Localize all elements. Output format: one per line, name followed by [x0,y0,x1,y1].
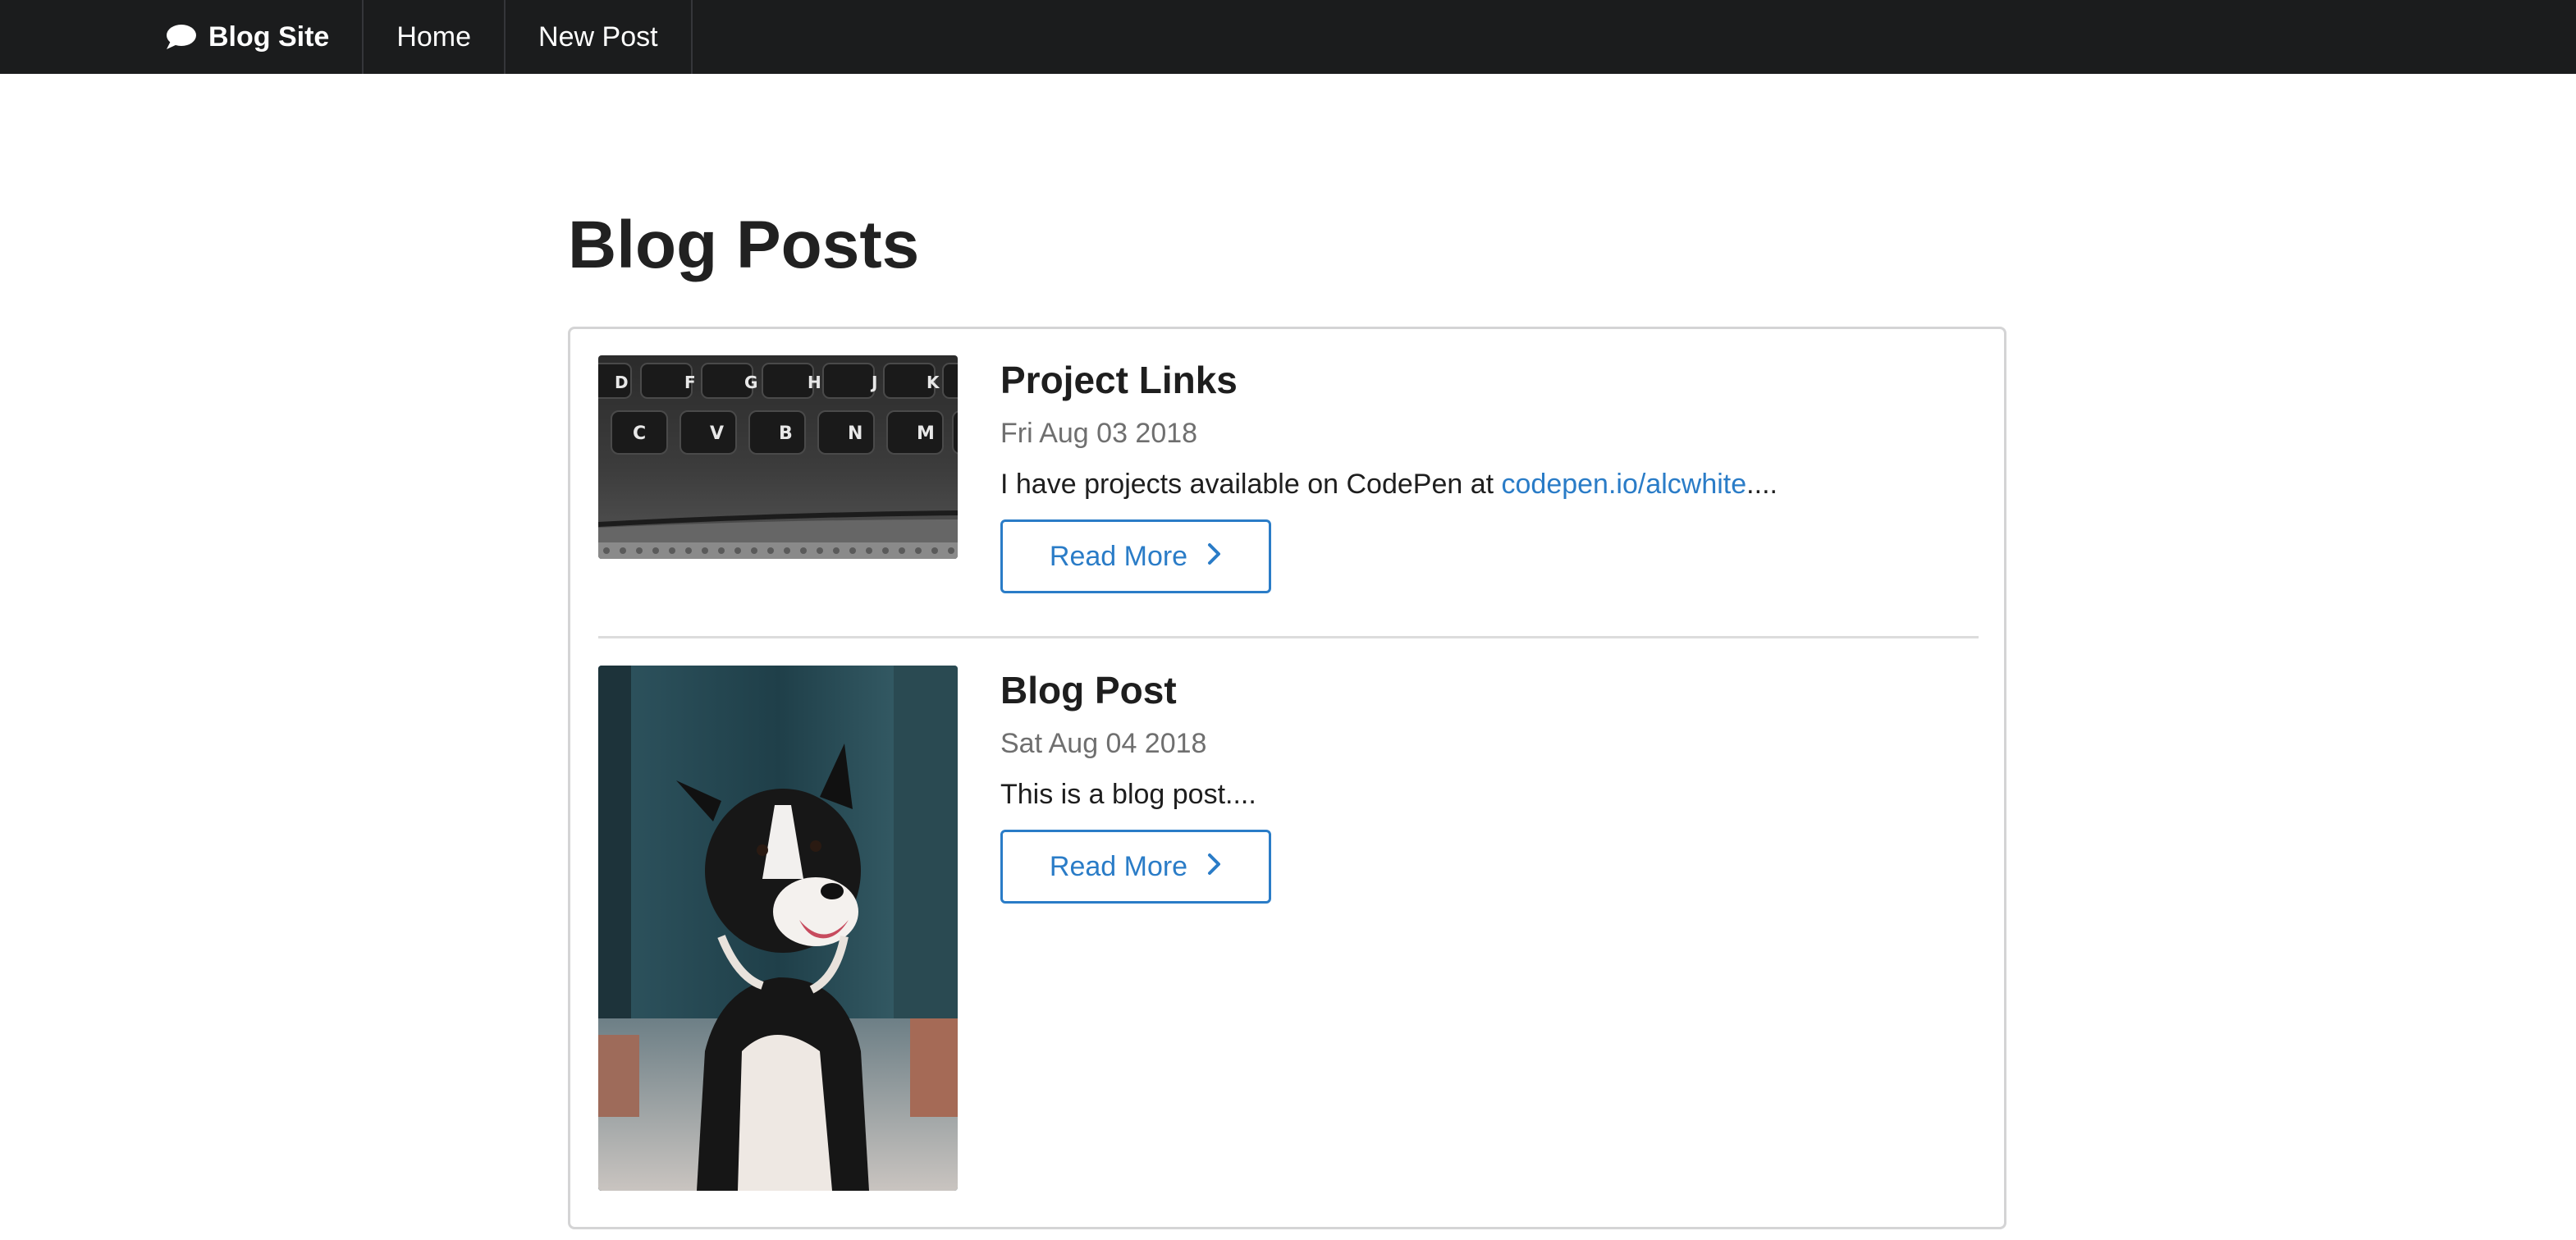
svg-text:B: B [779,423,793,444]
codepen-link[interactable]: codepen.io/alcwhite [1502,469,1747,500]
excerpt-text: This is a blog post.... [1000,779,1256,810]
post-date: Fri Aug 03 2018 [1000,418,1198,449]
excerpt-text: I have projects available on CodePen at [1000,469,1502,500]
page-title: Blog Posts [568,208,920,282]
post-excerpt: I have projects available on CodePen at … [1000,467,1778,501]
read-more-label: Read More [1049,540,1188,572]
post-title[interactable]: Blog Post [1000,666,1271,715]
svg-text:F: F [684,373,696,392]
post-date: Sat Aug 04 2018 [1000,728,1207,759]
svg-text:J: J [870,373,877,392]
post-divider [598,636,1979,638]
speech-bubble-icon [164,23,197,51]
post-content: Project Links Fri Aug 03 2018 I have pro… [1000,355,1778,593]
post-title[interactable]: Project Links [1000,355,1778,405]
nav-item-home[interactable]: Home [364,0,506,74]
post-thumbnail-keyboard[interactable]: D F G H J K C V B N M [598,355,958,559]
post-content: Blog Post Sat Aug 04 2018 This is a blog… [1000,666,1271,904]
posts-card: D F G H J K C V B N M Project Links Fri … [568,327,2006,1229]
navbar-items: Blog Site Home New Post [148,0,693,74]
post-item: D F G H J K C V B N M Project Links Fri … [598,355,1979,626]
post-item: Blog Post Sat Aug 04 2018 This is a blog… [598,666,1979,1240]
svg-text:C: C [633,423,646,444]
read-more-button[interactable]: Read More [1000,519,1271,593]
chevron-right-icon [1207,541,1222,573]
brand-link[interactable]: Blog Site [148,0,364,74]
post-excerpt: This is a blog post.... [1000,777,1271,812]
svg-text:V: V [710,423,724,444]
read-more-label: Read More [1049,850,1188,882]
svg-text:H: H [808,373,821,392]
top-navbar: Blog Site Home New Post [0,0,2576,74]
svg-text:D: D [615,373,629,392]
chevron-right-icon [1207,851,1222,883]
svg-text:K: K [927,373,940,392]
svg-text:G: G [744,373,757,392]
excerpt-ellipsis: .... [1746,469,1778,500]
svg-text:N: N [848,423,862,444]
svg-text:M: M [917,423,935,444]
read-more-button[interactable]: Read More [1000,830,1271,904]
nav-item-new-post[interactable]: New Post [506,0,693,74]
post-thumbnail-dog[interactable] [598,666,958,1191]
brand-label: Blog Site [208,21,330,53]
